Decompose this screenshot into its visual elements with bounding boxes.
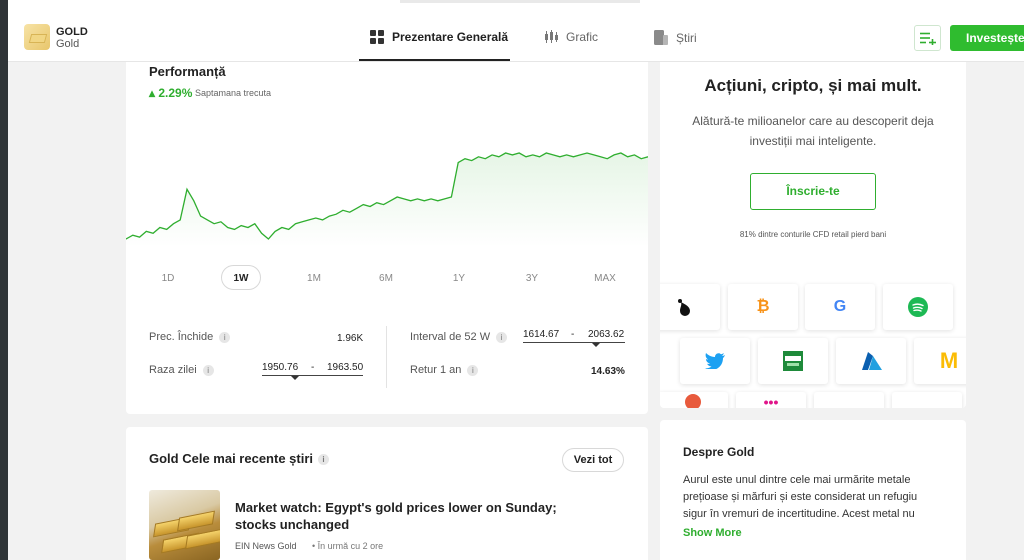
range-separator: - xyxy=(571,329,575,340)
list-add-icon xyxy=(920,32,936,45)
news-title: Gold Cele mai recente știri i xyxy=(149,451,330,466)
sport-tv-icon xyxy=(758,338,828,384)
prev-close-value: 1.96K xyxy=(337,333,364,344)
tab-overview[interactable]: Prezentare Generală xyxy=(370,30,508,44)
bitcoin-icon: ₿ xyxy=(728,284,798,330)
day-range-label-text: Raza zilei xyxy=(149,364,197,376)
twitter-icon xyxy=(680,338,750,384)
overview-grid-icon xyxy=(370,30,384,44)
tab-news-label: Știri xyxy=(676,30,697,45)
week52-high-value: 2063.62 xyxy=(588,329,625,340)
week52-low-value: 1614.67 xyxy=(523,329,560,340)
promo-text: Alătură-te milioanelor care au descoperi… xyxy=(692,114,934,148)
watchlist-add-button[interactable] xyxy=(914,25,941,51)
return-1y-value: 14.63% xyxy=(591,366,625,377)
google-icon: G xyxy=(805,284,875,330)
tab-chart[interactable]: Grafic xyxy=(544,30,598,44)
news-time: • În urmă cu 2 ore xyxy=(312,541,384,551)
asset-title: GOLD xyxy=(56,26,88,38)
partial-logo-tile xyxy=(892,392,962,408)
news-icon xyxy=(654,30,668,45)
mcdonalds-icon: M xyxy=(914,338,966,384)
about-title: Despre Gold xyxy=(683,445,755,459)
spotify-icon xyxy=(883,284,953,330)
range-1m[interactable]: 1M xyxy=(294,273,334,284)
range-1w[interactable]: 1W xyxy=(221,265,261,290)
performance-change: ▴ 2.29% xyxy=(149,86,193,100)
week52-label: Interval de 52 W i xyxy=(410,331,508,343)
tab-overview-label: Prezentare Generală xyxy=(392,30,509,44)
news-headline[interactable]: Market watch: Egypt's gold prices lower … xyxy=(235,499,595,533)
range-3y[interactable]: 3Y xyxy=(512,273,552,284)
about-card: Despre Gold Aurul este unul dintre cele … xyxy=(660,420,966,560)
chart-area-fill xyxy=(126,153,648,247)
prev-close-label-text: Prec. Închide xyxy=(149,331,214,343)
azure-icon xyxy=(836,338,906,384)
show-more-link[interactable]: Show More xyxy=(683,527,742,539)
info-icon[interactable]: i xyxy=(219,331,231,343)
partial-logo-tile xyxy=(660,392,728,408)
oil-drop-icon xyxy=(660,284,720,330)
window-edge xyxy=(0,0,8,560)
day-range-bar xyxy=(262,375,363,376)
range-max[interactable]: MAX xyxy=(585,273,625,284)
gold-asset-logo xyxy=(24,24,50,50)
promo-title: Acțiuni, cripto, și mai mult. xyxy=(704,76,922,95)
tab-chart-label: Grafic xyxy=(566,30,599,44)
stats-divider xyxy=(386,326,387,388)
range-separator: - xyxy=(311,362,315,373)
week52-range-marker xyxy=(592,343,600,347)
range-1d[interactable]: 1D xyxy=(148,273,188,284)
return-1y-label-text: Retur 1 an xyxy=(410,364,462,376)
partial-logo-tile: ••• xyxy=(736,392,806,408)
prev-close-label: Prec. Închide i xyxy=(149,331,231,343)
search-strip xyxy=(400,0,640,3)
top-navigation-bar: GOLD Gold Prezentare Generală Grafic Ști… xyxy=(8,0,1024,62)
return-1y-label: Retur 1 an i xyxy=(410,364,479,376)
day-low-value: 1950.76 xyxy=(262,362,299,373)
info-icon[interactable]: i xyxy=(318,454,330,466)
news-source: EIN News Gold xyxy=(235,541,297,551)
day-high-value: 1963.50 xyxy=(327,362,364,373)
tab-news[interactable]: Știri xyxy=(654,30,697,45)
performance-title: Performanță xyxy=(149,64,226,79)
see-all-button[interactable]: Vezi tot xyxy=(562,448,624,472)
invest-button[interactable]: Investește xyxy=(950,25,1024,51)
performance-card: Performanță ▴ 2.29% Saptamana trecuta 1D… xyxy=(126,62,648,414)
day-range-marker xyxy=(291,376,299,380)
info-icon[interactable]: i xyxy=(467,364,479,376)
signup-button[interactable]: Înscrie-te xyxy=(750,173,876,210)
performance-period: Saptamana trecuta xyxy=(195,88,272,98)
range-1y[interactable]: 1Y xyxy=(439,273,479,284)
news-thumbnail[interactable] xyxy=(149,490,220,560)
performance-chart xyxy=(126,152,648,247)
risk-warning: 81% dintre conturile CFD retail pierd ba… xyxy=(739,230,887,239)
performance-change-value: 2.29% xyxy=(158,86,193,100)
info-icon[interactable]: i xyxy=(202,364,214,376)
news-card: Gold Cele mai recente știri i Vezi tot Ma… xyxy=(126,427,648,560)
week52-range-bar xyxy=(523,342,625,343)
active-tab-indicator xyxy=(359,59,510,61)
partial-logo-tile xyxy=(814,392,884,408)
news-title-text: Gold Cele mai recente știri xyxy=(149,451,314,466)
week52-label-text: Interval de 52 W xyxy=(410,331,491,343)
range-6m[interactable]: 6M xyxy=(366,273,406,284)
asset-subtitle: Gold xyxy=(56,38,80,50)
candlestick-chart-icon xyxy=(545,30,558,43)
news-time-text: În urmă cu 2 ore xyxy=(317,541,384,551)
signup-promo-card: Acțiuni, cripto, și mai mult. Alătură-te… xyxy=(660,62,966,408)
day-range-label: Raza zilei i xyxy=(149,364,214,376)
info-icon[interactable]: i xyxy=(496,331,508,343)
about-text: Aurul este unul dintre cele mai urmărite… xyxy=(683,474,918,520)
